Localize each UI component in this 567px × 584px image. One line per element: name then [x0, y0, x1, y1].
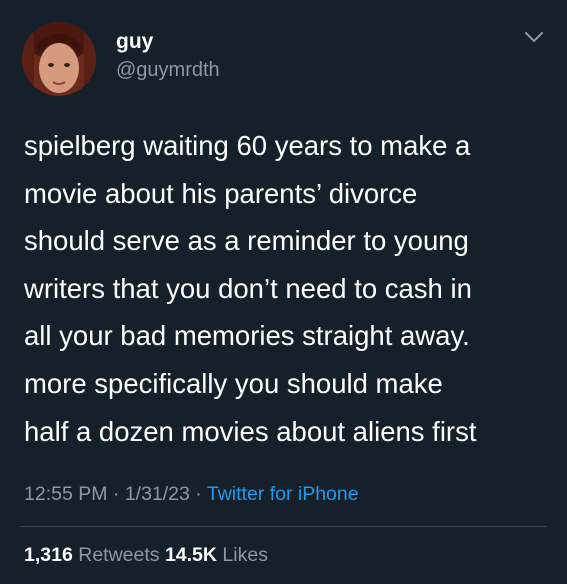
tweet-source-link[interactable]: Twitter for iPhone — [207, 483, 359, 505]
tweet-card: guy @guymrdth spielberg waiting 60 years… — [0, 0, 567, 584]
tweet-text-line: all your bad memories straight away. — [24, 320, 470, 352]
tweet-text-line: more specifically you should make — [24, 367, 443, 399]
likes-count: 14.5K — [164, 544, 217, 566]
user-handle[interactable]: @guymrdth — [116, 58, 220, 82]
likes-stat[interactable]: 14.5K Likes — [165, 544, 268, 566]
engagement-stats: 1,316 Retweets 14.5K Likes — [24, 543, 268, 567]
display-name[interactable]: guy — [116, 29, 153, 55]
tweet-text-line: should serve as a reminder to young — [24, 225, 469, 257]
tweet-text-line: movie about his parents’ divorce — [24, 177, 418, 209]
tweet-date[interactable]: 1/31/23 — [125, 483, 190, 505]
retweets-stat[interactable]: 1,316 Retweets — [24, 544, 160, 566]
tweet-time[interactable]: 12:55 PM — [24, 483, 107, 505]
likes-label: Likes — [222, 544, 268, 566]
meta-separator: · — [107, 483, 125, 505]
tweet-text-line: half a dozen movies about aliens first — [24, 415, 477, 447]
meta-separator: · — [189, 483, 207, 505]
tweet-text: spielberg waiting 60 years to make a mov… — [24, 122, 554, 455]
profile-photo-avatar — [22, 22, 96, 96]
divider — [20, 526, 547, 527]
chevron-down-icon[interactable] — [524, 30, 544, 44]
tweet-metadata: 12:55 PM · 1/31/23 · Twitter for iPhone — [24, 482, 359, 506]
retweets-label: Retweets — [78, 544, 160, 566]
tweet-text-line: writers that you don’t need to cash in — [24, 272, 472, 304]
tweet-text-line: spielberg waiting 60 years to make a — [24, 130, 471, 161]
retweets-count: 1,316 — [24, 544, 73, 566]
avatar[interactable] — [22, 22, 96, 96]
